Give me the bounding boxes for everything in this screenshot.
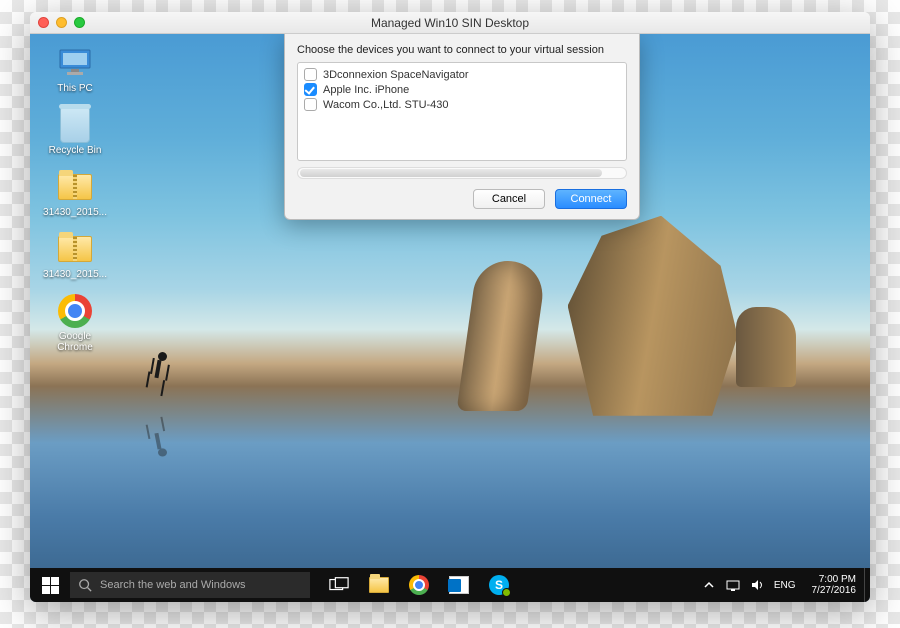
taskbar-pinned	[320, 568, 518, 602]
wallpaper-runner	[148, 352, 178, 402]
wallpaper-rock	[568, 216, 738, 416]
search-placeholder: Search the web and Windows	[100, 579, 246, 591]
device-name: Apple Inc. iPhone	[323, 84, 409, 96]
clock-date: 7/27/2016	[812, 585, 857, 596]
dialog-buttons: Cancel Connect	[297, 189, 627, 209]
desktop-icon-label: Recycle Bin	[49, 145, 102, 156]
volume-icon[interactable]	[750, 578, 764, 592]
desktop-icon-recycle-bin[interactable]: Recycle Bin	[40, 108, 110, 156]
taskbar-clock[interactable]: 7:00 PM 7/27/2016	[804, 574, 865, 596]
checkbox[interactable]	[304, 98, 317, 111]
skype-icon	[489, 575, 509, 595]
taskbar-outlook[interactable]	[440, 568, 478, 602]
device-list: 3Dconnexion SpaceNavigator Apple Inc. iP…	[297, 62, 627, 161]
search-box[interactable]: Search the web and Windows	[70, 572, 310, 598]
windows-desktop[interactable]: This PC Recycle Bin 31430_2015... 31430_…	[30, 34, 870, 602]
usb-device-dialog: Choose the devices you want to connect t…	[284, 34, 640, 220]
desktop-icon-chrome[interactable]: Google Chrome	[40, 294, 110, 353]
taskbar-file-explorer[interactable]	[360, 568, 398, 602]
maximize-window-button[interactable]	[74, 17, 85, 28]
cancel-button[interactable]: Cancel	[473, 189, 545, 209]
task-view-button[interactable]	[320, 568, 358, 602]
traffic-lights	[38, 17, 85, 28]
start-button[interactable]	[30, 568, 70, 602]
desktop-icons: This PC Recycle Bin 31430_2015... 31430_…	[40, 46, 110, 353]
checkbox[interactable]	[304, 68, 317, 81]
wallpaper-rock	[736, 307, 796, 387]
system-tray[interactable]: ENG	[694, 568, 804, 602]
task-view-icon	[329, 575, 349, 595]
search-icon	[78, 578, 92, 592]
mac-titlebar[interactable]: Managed Win10 SIN Desktop	[30, 12, 870, 34]
window-title: Managed Win10 SIN Desktop	[30, 16, 870, 30]
checkbox[interactable]	[304, 83, 317, 96]
device-name: 3Dconnexion SpaceNavigator	[323, 69, 469, 81]
file-explorer-icon	[369, 577, 389, 593]
desktop-icon-label: Google Chrome	[40, 331, 110, 353]
outlook-icon	[449, 576, 469, 594]
device-row[interactable]: Wacom Co.,Ltd. STU-430	[304, 97, 620, 112]
tray-overflow-icon[interactable]	[702, 578, 716, 592]
desktop-icon-label: 31430_2015...	[43, 269, 107, 280]
device-row[interactable]: Apple Inc. iPhone	[304, 82, 620, 97]
taskbar: Search the web and Windows	[30, 568, 870, 602]
wallpaper-rock	[456, 261, 547, 411]
desktop-icon-zip-1[interactable]: 31430_2015...	[40, 170, 110, 218]
this-pc-icon	[56, 46, 94, 80]
desktop-icon-this-pc[interactable]: This PC	[40, 46, 110, 94]
dialog-prompt: Choose the devices you want to connect t…	[297, 44, 627, 56]
taskbar-chrome[interactable]	[400, 568, 438, 602]
connect-button[interactable]: Connect	[555, 189, 627, 209]
horizontal-scrollbar[interactable]	[297, 167, 627, 179]
device-name: Wacom Co.,Ltd. STU-430	[323, 99, 449, 111]
desktop-icon-label: 31430_2015...	[43, 207, 107, 218]
desktop-icon-label: This PC	[57, 83, 93, 94]
desktop-icon-zip-2[interactable]: 31430_2015...	[40, 232, 110, 280]
zip-folder-icon	[56, 170, 94, 204]
network-icon[interactable]	[726, 578, 740, 592]
windows-logo-icon	[42, 577, 59, 594]
mac-window: Managed Win10 SIN Desktop This PC Recycl…	[30, 12, 870, 602]
wallpaper-reflection	[148, 411, 178, 456]
clock-time: 7:00 PM	[812, 574, 857, 585]
taskbar-skype[interactable]	[480, 568, 518, 602]
chrome-icon	[56, 294, 94, 328]
device-row[interactable]: 3Dconnexion SpaceNavigator	[304, 67, 620, 82]
minimize-window-button[interactable]	[56, 17, 67, 28]
zip-folder-icon	[56, 232, 94, 266]
recycle-bin-icon	[56, 108, 94, 142]
close-window-button[interactable]	[38, 17, 49, 28]
language-indicator[interactable]: ENG	[774, 580, 796, 591]
chrome-icon	[409, 575, 429, 595]
show-desktop-button[interactable]	[864, 568, 870, 602]
